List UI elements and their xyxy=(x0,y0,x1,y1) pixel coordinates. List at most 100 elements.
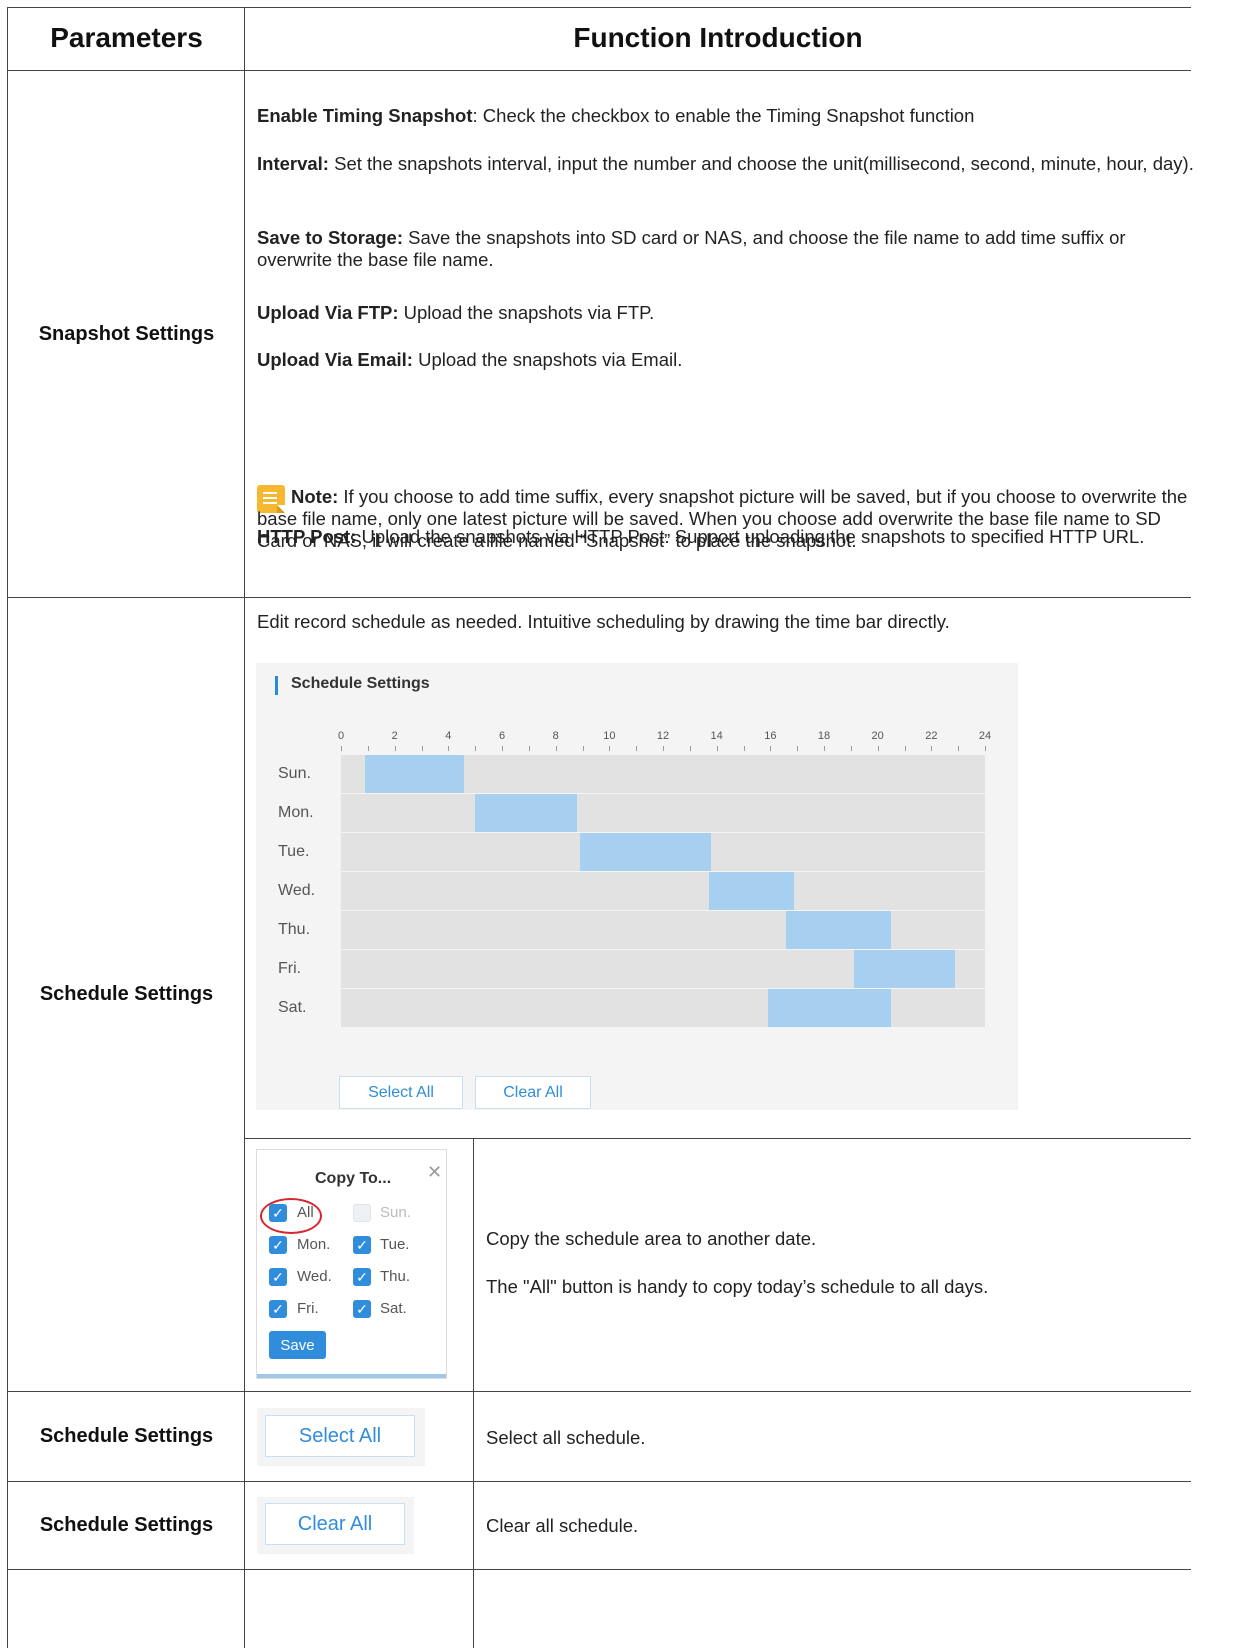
hour-tick-mark xyxy=(582,746,584,751)
term: Save to Storage: xyxy=(257,227,403,248)
hour-tick-mark xyxy=(797,746,799,751)
desc-upload-via-ftp: Upload Via FTP: Upload the snapshots via… xyxy=(257,302,1197,324)
hour-tick-label: 6 xyxy=(498,730,506,742)
hour-tick-mark xyxy=(663,746,664,751)
hour-tick-label: 12 xyxy=(656,730,670,742)
clear-all-button[interactable]: Clear All xyxy=(475,1076,591,1109)
schedule-panel-title: Schedule Settings xyxy=(291,675,430,692)
schedule-time-bar[interactable] xyxy=(365,755,465,793)
close-icon[interactable]: ✕ xyxy=(427,1162,442,1183)
schedule-time-bar[interactable] xyxy=(853,950,956,988)
inner-column-divider xyxy=(473,1138,474,1648)
checkbox-sat-label: Sat. xyxy=(380,1300,407,1317)
hour-tick-mark xyxy=(341,746,342,751)
schedule-time-bar[interactable] xyxy=(579,833,712,871)
clear-all-button[interactable]: Clear All xyxy=(265,1503,405,1545)
copy-desc-1: Copy the schedule area to another date. xyxy=(486,1228,817,1249)
checkbox-all-label: All xyxy=(297,1204,314,1221)
schedule-time-bar[interactable] xyxy=(767,989,892,1027)
checkbox-all[interactable]: ✓ xyxy=(269,1204,287,1222)
clear-all-button-wrap: Clear All xyxy=(257,1497,414,1554)
checkbox-sun-label: Sun. xyxy=(380,1204,411,1221)
day-label: Tue. xyxy=(278,843,310,860)
param-schedule-settings: Schedule Settings xyxy=(39,983,214,1005)
param-schedule-settings-select-all: Schedule Settings xyxy=(39,1425,214,1447)
checkbox-wed-label: Wed. xyxy=(297,1268,332,1285)
checkbox-thu[interactable]: ✓ xyxy=(353,1268,371,1286)
popup-bottom-bar xyxy=(257,1374,446,1378)
hour-tick-mark xyxy=(528,746,530,751)
hour-tick-mark xyxy=(958,746,960,751)
day-label: Wed. xyxy=(278,882,316,899)
hour-tick-mark xyxy=(689,746,691,751)
checkbox-mon-label: Mon. xyxy=(297,1236,331,1253)
hour-tick-mark xyxy=(877,746,879,751)
day-label: Mon. xyxy=(278,804,314,821)
text: : Check the checkbox to enable the Timin… xyxy=(472,105,975,126)
param-snapshot-settings: Snapshot Settings xyxy=(38,322,215,345)
hour-tick-label: 18 xyxy=(817,730,831,742)
select-all-button[interactable]: Select All xyxy=(339,1076,463,1109)
term: Enable Timing Snapshot xyxy=(257,105,473,126)
hour-tick-label: 2 xyxy=(391,730,398,742)
desc-save-to-storage: Save to Storage: Save the snapshots into… xyxy=(257,227,1197,271)
checkbox-sun: ✓ xyxy=(353,1204,371,1222)
header-function-introduction: Function Introduction xyxy=(573,22,863,53)
schedule-row[interactable] xyxy=(341,794,985,832)
hour-tick-label: 0 xyxy=(337,730,345,742)
desc-enable-timing-snapshot: Enable Timing Snapshot: Check the checkb… xyxy=(257,105,1197,127)
param-schedule-settings-clear-all: Schedule Settings xyxy=(39,1514,214,1536)
inner-row-divider xyxy=(244,1138,1191,1139)
copy-to-title: Copy To... xyxy=(315,1170,392,1187)
checkbox-tue-label: Tue. xyxy=(380,1236,410,1253)
table-border-top xyxy=(7,7,1191,8)
checkbox-thu-label: Thu. xyxy=(380,1268,411,1285)
desc-upload-via-email: Upload Via Email: Upload the snapshots v… xyxy=(257,349,1197,371)
select-all-button[interactable]: Select All xyxy=(265,1415,415,1457)
hour-tick-mark xyxy=(716,746,718,751)
checkbox-wed[interactable]: ✓ xyxy=(269,1268,287,1286)
hour-tick-mark xyxy=(448,746,450,751)
clear-all-desc: Clear all schedule. xyxy=(486,1515,639,1536)
checkbox-sat[interactable]: ✓ xyxy=(353,1300,371,1318)
select-all-button-wrap: Select All xyxy=(257,1408,425,1466)
hour-tick-label: 16 xyxy=(764,730,777,742)
hour-tick-label: 20 xyxy=(871,730,884,742)
checkbox-tue[interactable]: ✓ xyxy=(353,1236,371,1254)
checkbox-mon[interactable]: ✓ xyxy=(269,1236,287,1254)
hour-tick-mark xyxy=(367,746,369,751)
schedule-time-bar[interactable] xyxy=(475,794,578,832)
day-label: Thu. xyxy=(278,921,311,938)
schedule-time-bar[interactable] xyxy=(786,911,892,949)
checkbox-fri[interactable]: ✓ xyxy=(269,1300,287,1318)
desc-interval: Interval: Set the snapshots interval, in… xyxy=(257,153,1197,175)
hour-tick-mark xyxy=(636,746,638,751)
hour-tick-mark xyxy=(475,746,477,751)
schedule-panel: Schedule Settings 0 2 4 6 8 10 12 14 16 18 20 22 24 … xyxy=(256,663,1018,1110)
hour-tick-mark xyxy=(770,746,772,751)
schedule-time-bar[interactable] xyxy=(708,872,795,910)
hour-tick-label: 14 xyxy=(710,730,723,742)
hour-tick-label: 8 xyxy=(552,730,559,742)
text: Upload the snapshots via HTTP Post. Supp… xyxy=(356,526,1145,547)
text: Set the snapshots interval, input the nu… xyxy=(328,153,1194,174)
schedule-row[interactable] xyxy=(341,872,985,910)
hour-tick-label: 4 xyxy=(445,730,452,742)
copy-desc-2: The "All" button is handy to copy today’… xyxy=(486,1276,989,1297)
day-label: Sun. xyxy=(278,765,311,782)
title-accent-bar xyxy=(275,676,278,695)
term: Upload Via FTP: xyxy=(257,302,399,323)
term: HTTP Post: xyxy=(257,526,357,547)
desc-http-post: HTTP Post: Upload the snapshots via HTTP… xyxy=(257,526,1197,548)
day-label: Sat. xyxy=(278,999,307,1016)
text: Upload the snapshots via Email. xyxy=(412,349,683,370)
term: Interval: xyxy=(257,153,329,174)
hour-tick-mark xyxy=(609,746,611,751)
hour-tick-mark xyxy=(394,746,396,751)
day-label: Fri. xyxy=(278,960,302,977)
header-parameters: Parameters xyxy=(50,22,203,53)
hour-tick-mark xyxy=(743,746,745,751)
save-button[interactable]: Save xyxy=(269,1331,326,1359)
text: Upload the snapshots via FTP. xyxy=(398,302,655,323)
checkbox-fri-label: Fri. xyxy=(297,1300,319,1317)
